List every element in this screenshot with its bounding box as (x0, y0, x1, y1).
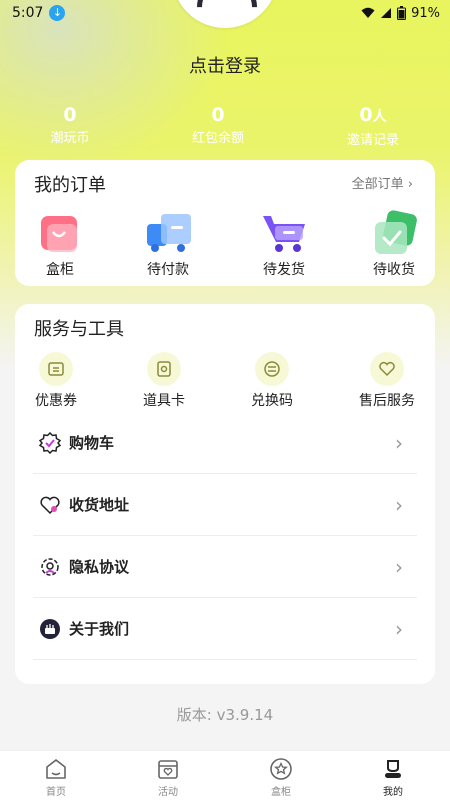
all-orders-label: 全部订单 (351, 177, 404, 192)
order-item-pending-receipt[interactable]: 待收货 (349, 210, 439, 279)
after-sales-heart-icon (370, 352, 404, 386)
chevron-right-icon: › (395, 616, 403, 641)
battery-icon (397, 6, 407, 20)
wifi-icon (361, 7, 375, 18)
row-label: 购物车 (69, 434, 115, 452)
stat-invites-value: 0 (359, 104, 373, 126)
orders-card: 我的订单 全部订单 › 盒柜 待付款 待发货 待收货 (15, 160, 435, 286)
tab-home[interactable]: 首页 (16, 756, 96, 798)
login-button[interactable]: 点击登录 (0, 52, 450, 78)
tool-label: 兑换码 (251, 393, 293, 409)
tool-coupon[interactable]: 优惠券 (11, 352, 101, 410)
row-label: 关于我们 (69, 620, 130, 638)
tool-after-sales[interactable]: 售后服务 (342, 352, 432, 410)
order-item-label: 盒柜 (46, 262, 74, 278)
privacy-gear-icon (39, 556, 61, 578)
order-item-label: 待发货 (263, 262, 305, 278)
checkmark-card-icon (371, 210, 417, 256)
row-label: 隐私协议 (69, 558, 130, 576)
stat-coins-label: 潮玩币 (50, 131, 90, 146)
tab-activity[interactable]: 活动 (128, 756, 208, 798)
tool-exchange-code[interactable]: 兑换码 (227, 352, 317, 410)
tab-label: 盒柜 (271, 787, 291, 798)
status-time: 5:07 (12, 5, 44, 21)
coupon-icon (39, 352, 73, 386)
row-shopping-cart[interactable]: 购物车 › (33, 412, 417, 474)
battery-level: 91% (411, 5, 440, 21)
signal-icon (381, 8, 392, 18)
row-shipping-address[interactable]: 收货地址 › (33, 474, 417, 536)
bottom-tab-bar: 首页 活动 盒柜 我的 (0, 750, 450, 800)
tab-label: 首页 (46, 787, 66, 798)
order-item-label: 待付款 (147, 262, 189, 278)
row-label: 收货地址 (69, 496, 130, 514)
services-title: 服务与工具 (34, 319, 124, 340)
tool-label: 售后服务 (359, 393, 415, 409)
stat-invites-unit: 人 (372, 109, 387, 125)
services-card: 服务与工具 优惠券 道具卡 兑换码 售后服务 购物车 › 收货地址 › 隐私协议… (15, 304, 435, 684)
star-circle-icon (268, 756, 294, 782)
tab-label: 我的 (383, 787, 403, 798)
chevron-right-icon: › (395, 430, 403, 455)
prop-card-icon (147, 352, 181, 386)
version-label: 版本: v3.9.14 (176, 706, 274, 724)
tool-prop-card[interactable]: 道具卡 (119, 352, 209, 410)
profile-icon (380, 756, 406, 782)
stat-coins-value: 0 (63, 104, 77, 126)
tool-label: 道具卡 (143, 393, 185, 409)
about-cake-icon (39, 618, 61, 640)
row-about-us[interactable]: 关于我们 › (33, 598, 417, 660)
status-indicators: 91% (361, 6, 440, 21)
order-item-pending-shipment[interactable]: 待发货 (239, 210, 329, 279)
delivery-truck-icon (145, 210, 191, 256)
shopping-bag-icon (37, 210, 83, 256)
row-privacy-agreement[interactable]: 隐私协议 › (33, 536, 417, 598)
tab-mine[interactable]: 我的 (353, 756, 433, 798)
stat-red-packet-value: 0 (211, 104, 225, 126)
all-orders-link[interactable]: 全部订单 › (352, 173, 413, 192)
stat-invites-label: 邀请记录 (346, 133, 399, 148)
chevron-right-icon: › (395, 554, 403, 579)
order-item-box-cabinet[interactable]: 盒柜 (15, 210, 105, 279)
download-icon: ↓ (49, 5, 66, 21)
exchange-code-icon (255, 352, 289, 386)
chevron-right-icon: › (407, 177, 413, 192)
shopping-cart-icon (261, 210, 307, 256)
heart-location-icon (39, 494, 61, 516)
home-icon (43, 756, 69, 782)
stat-red-packet-label: 红包余额 (191, 131, 244, 146)
order-item-label: 待收货 (373, 262, 415, 278)
stat-coins[interactable]: 0 潮玩币 (10, 104, 130, 146)
orders-title: 我的订单 (34, 175, 106, 196)
cart-badge-icon (39, 431, 61, 454)
tool-label: 优惠券 (35, 393, 77, 409)
chevron-right-icon: › (395, 492, 403, 517)
tab-label: 活动 (158, 787, 178, 798)
tab-box-cabinet[interactable]: 盒柜 (241, 756, 321, 798)
stat-red-packet[interactable]: 0 红包余额 (158, 104, 278, 146)
activity-box-icon (155, 756, 181, 782)
stat-invites[interactable]: 0人 邀请记录 (313, 104, 433, 148)
order-item-pending-payment[interactable]: 待付款 (123, 210, 213, 279)
